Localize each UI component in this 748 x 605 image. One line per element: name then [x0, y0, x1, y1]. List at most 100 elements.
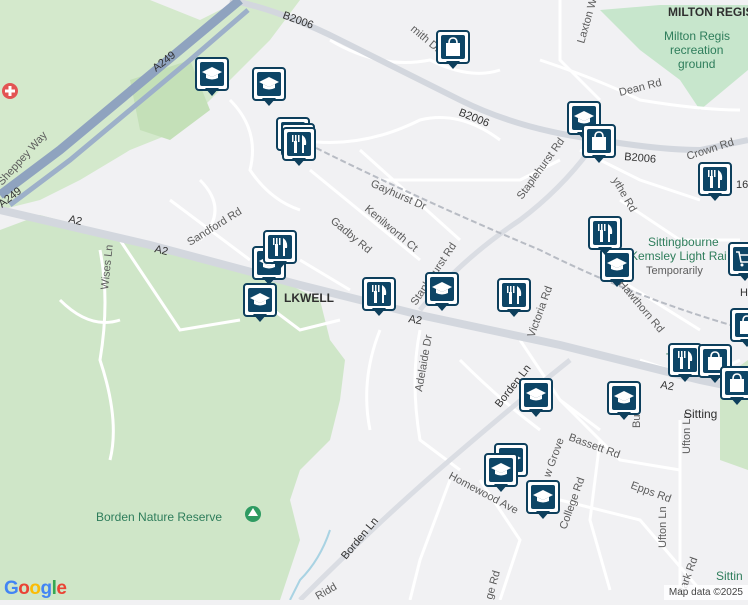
marker-school[interactable]	[425, 272, 459, 312]
marker-frame	[263, 230, 297, 264]
marker-frame	[282, 127, 316, 161]
marker-pointer	[678, 374, 692, 382]
marker-school[interactable]	[195, 57, 229, 97]
marker-frame	[588, 216, 622, 250]
marker-pointer	[536, 511, 550, 519]
place-label-sittingbourne: Sitting	[684, 407, 717, 421]
marker-frame	[582, 124, 616, 158]
marker-shopping[interactable]	[582, 124, 616, 164]
marker-frame	[436, 30, 470, 64]
logo-text: Google	[4, 578, 67, 600]
google-logo[interactable]: Google	[4, 578, 67, 600]
graduation-cap-icon	[605, 253, 629, 277]
marker-frame	[519, 378, 553, 412]
graduation-cap-icon	[248, 288, 272, 312]
place-label-sittin-bottom: Sittin	[716, 569, 743, 583]
marker-pointer	[738, 273, 748, 281]
marker-pointer	[494, 484, 508, 492]
fork-knife-icon	[367, 282, 391, 306]
marker-pointer	[592, 155, 606, 163]
marker-pointer	[446, 61, 460, 69]
road-label-fragment-16: 16	[736, 179, 748, 191]
marker-frame	[484, 453, 518, 487]
marker-frame	[497, 278, 531, 312]
marker-school[interactable]	[252, 67, 286, 107]
map-attribution[interactable]: Map data ©2025	[663, 585, 748, 600]
graduation-cap-icon	[257, 72, 281, 96]
marker-frame	[668, 343, 702, 377]
marker-frame	[195, 57, 229, 91]
marker-pointer	[262, 98, 276, 106]
marker-school[interactable]	[519, 378, 553, 418]
marker-restaurant[interactable]	[497, 278, 531, 318]
station-label-line3: Temporarily	[646, 265, 703, 277]
marker-frame	[720, 366, 748, 400]
marker-frame	[362, 277, 396, 311]
marker-shopping[interactable]	[730, 308, 748, 348]
road-label-fragment-h: H	[740, 287, 748, 299]
marker-frame	[607, 381, 641, 415]
logo-letter: g	[40, 578, 53, 599]
marker-restaurant[interactable]	[668, 343, 702, 383]
marker-school[interactable]	[243, 283, 277, 323]
marker-shopping[interactable]	[436, 30, 470, 70]
marker-pointer	[529, 409, 543, 417]
shopping-bag-icon	[587, 129, 611, 153]
station-label-line1: Sittingbourne	[648, 235, 719, 249]
marker-pointer	[435, 303, 449, 311]
shopping-cart-icon	[733, 247, 748, 271]
marker-restaurant[interactable]	[362, 277, 396, 317]
marker-pointer	[372, 308, 386, 316]
place-label-milton-regis: MILTON REGIS	[668, 5, 748, 19]
marker-pointer	[617, 412, 631, 420]
station-label-line2: Kemsley Light Rai	[630, 249, 727, 263]
marker-pointer	[730, 397, 744, 405]
marker-pointer	[708, 193, 722, 201]
marker-pointer	[253, 314, 267, 322]
shopping-bag-icon	[441, 35, 465, 59]
marker-pointer	[273, 261, 287, 269]
marker-restaurant[interactable]	[698, 162, 732, 202]
road-label-ufton-ln-s: Ufton Ln	[657, 506, 669, 548]
road-label-a2-mid: A2	[407, 313, 422, 327]
park-label-line2: recreation	[670, 43, 723, 57]
graduation-cap-icon	[531, 485, 555, 509]
marker-frame	[698, 162, 732, 196]
graduation-cap-icon	[489, 458, 513, 482]
marker-frame	[730, 308, 748, 342]
hospital-cross-horizontal	[5, 89, 15, 93]
park-label-line1: Milton Regis	[664, 29, 730, 43]
graduation-cap-icon	[524, 383, 548, 407]
marker-school[interactable]	[607, 381, 641, 421]
marker-frame	[425, 272, 459, 306]
logo-letter: o	[18, 578, 30, 599]
marker-restaurant[interactable]	[263, 230, 297, 270]
marker-pointer	[292, 158, 306, 166]
marker-school[interactable]	[484, 453, 518, 493]
fork-knife-icon	[593, 221, 617, 245]
place-label-tunstall: LKWELL	[284, 291, 334, 305]
fork-knife-icon	[673, 348, 697, 372]
fork-knife-icon	[703, 167, 727, 191]
marker-pointer	[205, 88, 219, 96]
marker-pointer	[610, 279, 624, 287]
graduation-cap-icon	[430, 277, 454, 301]
marker-frame	[728, 242, 748, 276]
fork-knife-icon	[268, 235, 292, 259]
logo-letter: o	[29, 578, 41, 599]
marker-pointer	[598, 247, 612, 255]
marker-pointer	[740, 339, 748, 347]
fork-knife-icon	[502, 283, 526, 307]
logo-letter: G	[4, 578, 19, 599]
marker-school[interactable]	[526, 480, 560, 520]
marker-restaurant[interactable]	[282, 127, 316, 167]
marker-frame	[526, 480, 560, 514]
marker-frame	[243, 283, 277, 317]
marker-shopping[interactable]	[728, 242, 748, 282]
marker-pointer	[507, 309, 521, 317]
marker-frame	[252, 67, 286, 101]
marker-shopping[interactable]	[720, 366, 748, 406]
marker-restaurant[interactable]	[588, 216, 622, 256]
shopping-bag-icon	[735, 313, 748, 337]
graduation-cap-icon	[612, 386, 636, 410]
